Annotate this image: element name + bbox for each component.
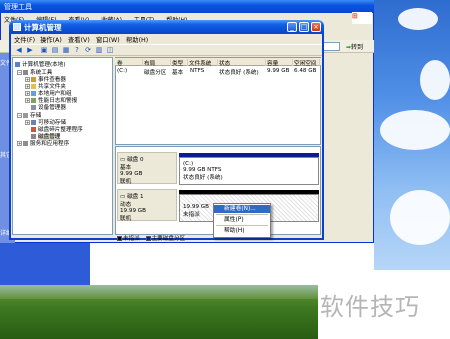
- collapse-icon[interactable]: −: [17, 113, 22, 118]
- collapse-icon[interactable]: −: [17, 70, 22, 75]
- expand-icon[interactable]: +: [17, 141, 22, 146]
- windows-logo-icon: ⊞: [352, 12, 372, 24]
- maximize-button[interactable]: □: [299, 22, 309, 32]
- tree-item-storage[interactable]: − 存储: [17, 111, 41, 119]
- desktop-wallpaper-horizon: [0, 285, 318, 299]
- device-manager-icon: [31, 105, 36, 110]
- tree-item-system-tools[interactable]: − 系统工具: [17, 68, 52, 76]
- tree-item-services-apps[interactable]: + 服务和应用程序: [17, 139, 69, 147]
- window-title: 计算机管理: [24, 23, 62, 32]
- column-header-volume[interactable]: 卷: [116, 59, 143, 67]
- column-header-filesystem[interactable]: 文件系统: [188, 59, 218, 67]
- cell-free-space: 6.48 GB: [294, 68, 317, 74]
- expand-icon[interactable]: +: [25, 120, 30, 125]
- properties-icon[interactable]: ▦: [62, 46, 70, 54]
- tree-item-removable-storage[interactable]: + 可移动存储: [25, 118, 66, 126]
- tree-item-shared-folders[interactable]: + 共享文件夹: [25, 82, 66, 90]
- console-tree: 计算机管理(本地) − 系统工具 + 事件查看器 + 共享文件夹 + 本地用户和组 + 性…: [12, 57, 113, 235]
- go-label: 转到: [351, 44, 364, 51]
- menu-window[interactable]: 窗口(W): [96, 35, 120, 44]
- minimize-button[interactable]: _: [287, 22, 297, 32]
- menu-help[interactable]: 帮助(H): [126, 35, 148, 44]
- cloud: [398, 8, 438, 30]
- tree-item-performance-logs[interactable]: + 性能日志和警报: [25, 96, 77, 104]
- disk-icon[interactable]: ◫: [106, 46, 114, 54]
- background-window-title: 管理工具: [0, 0, 374, 13]
- tree-root[interactable]: 计算机管理(本地): [15, 60, 66, 68]
- context-menu-properties[interactable]: 属性(P): [214, 216, 270, 224]
- cell-status: 状态良好 (系统): [219, 70, 259, 76]
- help-icon[interactable]: ?: [73, 46, 81, 54]
- column-header-type[interactable]: 类型: [171, 59, 188, 67]
- menu-view[interactable]: 查看(V): [68, 35, 90, 44]
- disk-1-label[interactable]: ▭ 磁盘 1 动态 19.99 GB 联机: [117, 189, 177, 222]
- cloud: [390, 190, 450, 245]
- forward-icon[interactable]: ▶: [26, 46, 34, 54]
- column-header-status[interactable]: 状态: [218, 59, 266, 67]
- column-header-layout[interactable]: 布局: [143, 59, 171, 67]
- tree-item-local-users[interactable]: + 本地用户和组: [25, 89, 72, 97]
- tree-item-device-manager[interactable]: 设备管理器: [31, 103, 66, 111]
- context-menu-help[interactable]: 帮助(H): [214, 227, 270, 235]
- context-menu-separator: [216, 225, 268, 226]
- tree-icon[interactable]: ▤: [51, 46, 59, 54]
- cell-type: 基本: [172, 70, 184, 76]
- background-white-panel: [90, 243, 374, 285]
- background-go-button[interactable]: ➡转到: [346, 42, 370, 51]
- watermark: 软件技巧: [320, 293, 420, 321]
- column-header-free-space[interactable]: 空闲空间: [293, 59, 320, 67]
- disk-0-label[interactable]: ▭ 磁盘 0 基本 9.99 GB 联机: [117, 152, 177, 185]
- tree-item-defragmenter[interactable]: 磁盘碎片整理程序: [31, 125, 83, 133]
- menu-file[interactable]: 文件(F): [14, 35, 35, 44]
- services-icon: [23, 141, 28, 146]
- expand-icon[interactable]: +: [25, 98, 30, 103]
- tree-item-disk-management[interactable]: 磁盘管理: [31, 132, 61, 140]
- context-menu-new-volume[interactable]: 新建卷(N)...: [214, 205, 270, 213]
- tree-item-event-viewer[interactable]: + 事件查看器: [25, 75, 66, 83]
- close-button[interactable]: ×: [311, 22, 321, 32]
- refresh-icon[interactable]: ⟳: [84, 46, 92, 54]
- cell-layout: 磁盘分区: [144, 70, 167, 76]
- context-menu-separator: [216, 214, 268, 215]
- menu-action[interactable]: 操作(A): [40, 35, 62, 44]
- up-icon[interactable]: ▣: [40, 46, 48, 54]
- background-blue-panel: [0, 243, 90, 285]
- cloud: [380, 110, 450, 150]
- status-bar: [11, 236, 322, 240]
- cell-filesystem: NTFS: [190, 68, 205, 74]
- cell-volume: (C:): [117, 68, 128, 74]
- computer-icon: [15, 62, 20, 67]
- export-icon[interactable]: ▥: [95, 46, 103, 54]
- cloud: [420, 60, 450, 100]
- disk-0-partition-c[interactable]: (C:) 9.99 GB NTFS 状态良好 (系统): [179, 157, 319, 185]
- column-header-capacity[interactable]: 容量: [266, 59, 293, 67]
- computer-management-icon: [13, 23, 21, 31]
- back-icon[interactable]: ◀: [15, 46, 23, 54]
- cell-capacity: 9.99 GB: [267, 68, 290, 74]
